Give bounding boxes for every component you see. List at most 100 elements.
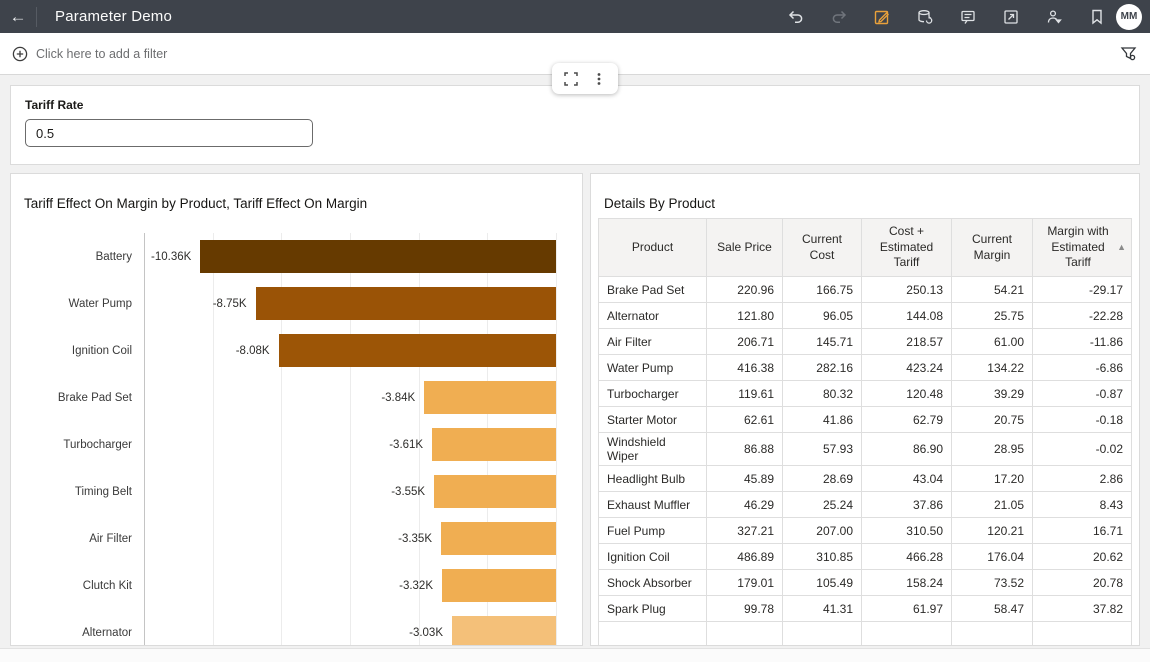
kebab-menu-icon[interactable] xyxy=(591,71,607,87)
value-cell: -22.28 xyxy=(1033,303,1132,329)
table-row[interactable]: Turbocharger119.6180.32120.4839.29-0.87 xyxy=(599,381,1132,407)
table-row[interactable]: Alternator121.8096.05144.0825.75-22.28 xyxy=(599,303,1132,329)
add-filter-label[interactable]: Click here to add a filter xyxy=(36,47,167,61)
present-icon[interactable] xyxy=(1045,8,1063,26)
bar[interactable] xyxy=(432,428,556,461)
product-cell: Alternator xyxy=(599,303,707,329)
value-cell: 28.69 xyxy=(783,466,862,492)
table-title: Details By Product xyxy=(604,196,715,211)
bar-row: Alternator-3.03K xyxy=(11,609,556,646)
add-filter-icon[interactable] xyxy=(12,46,28,62)
user-avatar[interactable]: MM xyxy=(1116,4,1142,30)
value-cell: 25.75 xyxy=(952,303,1033,329)
bar[interactable] xyxy=(452,616,556,646)
value-cell: 2.86 xyxy=(1033,466,1132,492)
viz-toolbar xyxy=(552,63,618,94)
bookmark-icon[interactable] xyxy=(1088,8,1106,26)
category-label: Alternator xyxy=(11,627,144,639)
column-header[interactable]: Current Margin xyxy=(952,219,1033,277)
table-row[interactable]: Brake Pad Set220.96166.75250.1354.21-29.… xyxy=(599,277,1132,303)
app-header: ← Parameter Demo MM xyxy=(0,0,1150,33)
value-cell: 46.29 xyxy=(707,492,783,518)
table-row[interactable]: Ignition Coil486.89310.85466.28176.0420.… xyxy=(599,544,1132,570)
column-header[interactable]: Cost + Estimated Tariff xyxy=(862,219,952,277)
product-cell: Shock Absorber xyxy=(599,570,707,596)
bar[interactable] xyxy=(434,475,556,508)
table-row[interactable]: Spark Plug99.7841.3161.9758.4737.82 xyxy=(599,596,1132,622)
bar[interactable] xyxy=(200,240,556,273)
bar[interactable] xyxy=(442,569,556,602)
column-header[interactable]: Current Cost xyxy=(783,219,862,277)
undo-icon[interactable] xyxy=(787,8,805,26)
table-row[interactable]: Air Filter206.71145.71218.5761.00-11.86 xyxy=(599,329,1132,355)
value-cell: 145.71 xyxy=(783,329,862,355)
value-cell: 158.24 xyxy=(862,570,952,596)
product-cell: Starter Motor xyxy=(599,407,707,433)
bar[interactable] xyxy=(441,522,556,555)
value-cell: 62.61 xyxy=(707,407,783,433)
value-cell: 220.96 xyxy=(707,277,783,303)
value-cell: 99.78 xyxy=(707,596,783,622)
maximize-icon[interactable] xyxy=(563,71,579,87)
table-row[interactable]: Windshield Wiper86.8857.9386.9028.95-0.0… xyxy=(599,433,1132,466)
chart-title: Tariff Effect On Margin by Product, Tari… xyxy=(24,196,367,211)
value-cell: 176.04 xyxy=(952,544,1033,570)
table-row[interactable]: Headlight Bulb45.8928.6943.0417.202.86 xyxy=(599,466,1132,492)
value-cell: -29.17 xyxy=(1033,277,1132,303)
bar-value-label: -3.84K xyxy=(381,392,415,404)
value-cell: 207.00 xyxy=(783,518,862,544)
column-header[interactable]: Sale Price xyxy=(707,219,783,277)
bar-value-label: -8.08K xyxy=(236,345,270,357)
column-header[interactable]: Product xyxy=(599,219,707,277)
value-cell: 86.88 xyxy=(707,433,783,466)
value-cell: 310.85 xyxy=(783,544,862,570)
page-title: Parameter Demo xyxy=(55,8,172,25)
bar[interactable] xyxy=(424,381,556,414)
table-row[interactable]: Starter Motor62.6141.8662.7920.75-0.18 xyxy=(599,407,1132,433)
category-label: Air Filter xyxy=(11,533,144,545)
export-icon[interactable] xyxy=(1002,8,1020,26)
table-row[interactable]: Water Pump416.38282.16423.24134.22-6.86 xyxy=(599,355,1132,381)
product-cell: Ignition Coil xyxy=(599,544,707,570)
value-cell: 250.13 xyxy=(862,277,952,303)
edit-icon[interactable] xyxy=(873,8,891,26)
value-cell: 134.22 xyxy=(952,355,1033,381)
value-cell: 105.49 xyxy=(783,570,862,596)
value-cell: 17.20 xyxy=(952,466,1033,492)
sort-ascending-icon[interactable]: ▲ xyxy=(1117,242,1126,254)
value-cell: -0.87 xyxy=(1033,381,1132,407)
value-cell: 54.21 xyxy=(952,277,1033,303)
value-cell: 144.08 xyxy=(862,303,952,329)
value-cell: 166.75 xyxy=(783,277,862,303)
bar[interactable] xyxy=(256,287,556,320)
value-cell: 20.62 xyxy=(1033,544,1132,570)
bar[interactable] xyxy=(279,334,556,367)
category-label: Battery xyxy=(11,251,144,263)
bar-row: Air Filter-3.35K xyxy=(11,515,556,562)
filter-options-icon[interactable] xyxy=(1120,45,1138,63)
bottom-scroll-strip[interactable] xyxy=(0,648,1150,662)
value-cell: 39.29 xyxy=(952,381,1033,407)
bar-row: Timing Belt-3.55K xyxy=(11,468,556,515)
value-cell: 218.57 xyxy=(862,329,952,355)
value-cell: 58.47 xyxy=(952,596,1033,622)
bar-row: Clutch Kit-3.32K xyxy=(11,562,556,609)
category-label: Brake Pad Set xyxy=(11,392,144,404)
comments-icon[interactable] xyxy=(959,8,977,26)
value-cell: 37.82 xyxy=(1033,596,1132,622)
tariff-rate-input[interactable] xyxy=(25,119,313,147)
value-cell: 416.38 xyxy=(707,355,783,381)
product-cell: Headlight Bulb xyxy=(599,466,707,492)
value-cell: 41.31 xyxy=(783,596,862,622)
column-header[interactable]: Margin with Estimated Tariff▲ xyxy=(1033,219,1132,277)
value-cell: 61.00 xyxy=(952,329,1033,355)
bar-row: Ignition Coil-8.08K xyxy=(11,327,556,374)
table-row[interactable]: Shock Absorber179.01105.49158.2473.5220.… xyxy=(599,570,1132,596)
table-row[interactable]: Fuel Pump327.21207.00310.50120.2116.71 xyxy=(599,518,1132,544)
refresh-data-icon[interactable] xyxy=(916,8,934,26)
back-button[interactable]: ← xyxy=(0,0,36,33)
bar-value-label: -3.61K xyxy=(389,439,423,451)
product-cell: Fuel Pump xyxy=(599,518,707,544)
table-row[interactable]: Exhaust Muffler46.2925.2437.8621.058.43 xyxy=(599,492,1132,518)
value-cell: 119.61 xyxy=(707,381,783,407)
